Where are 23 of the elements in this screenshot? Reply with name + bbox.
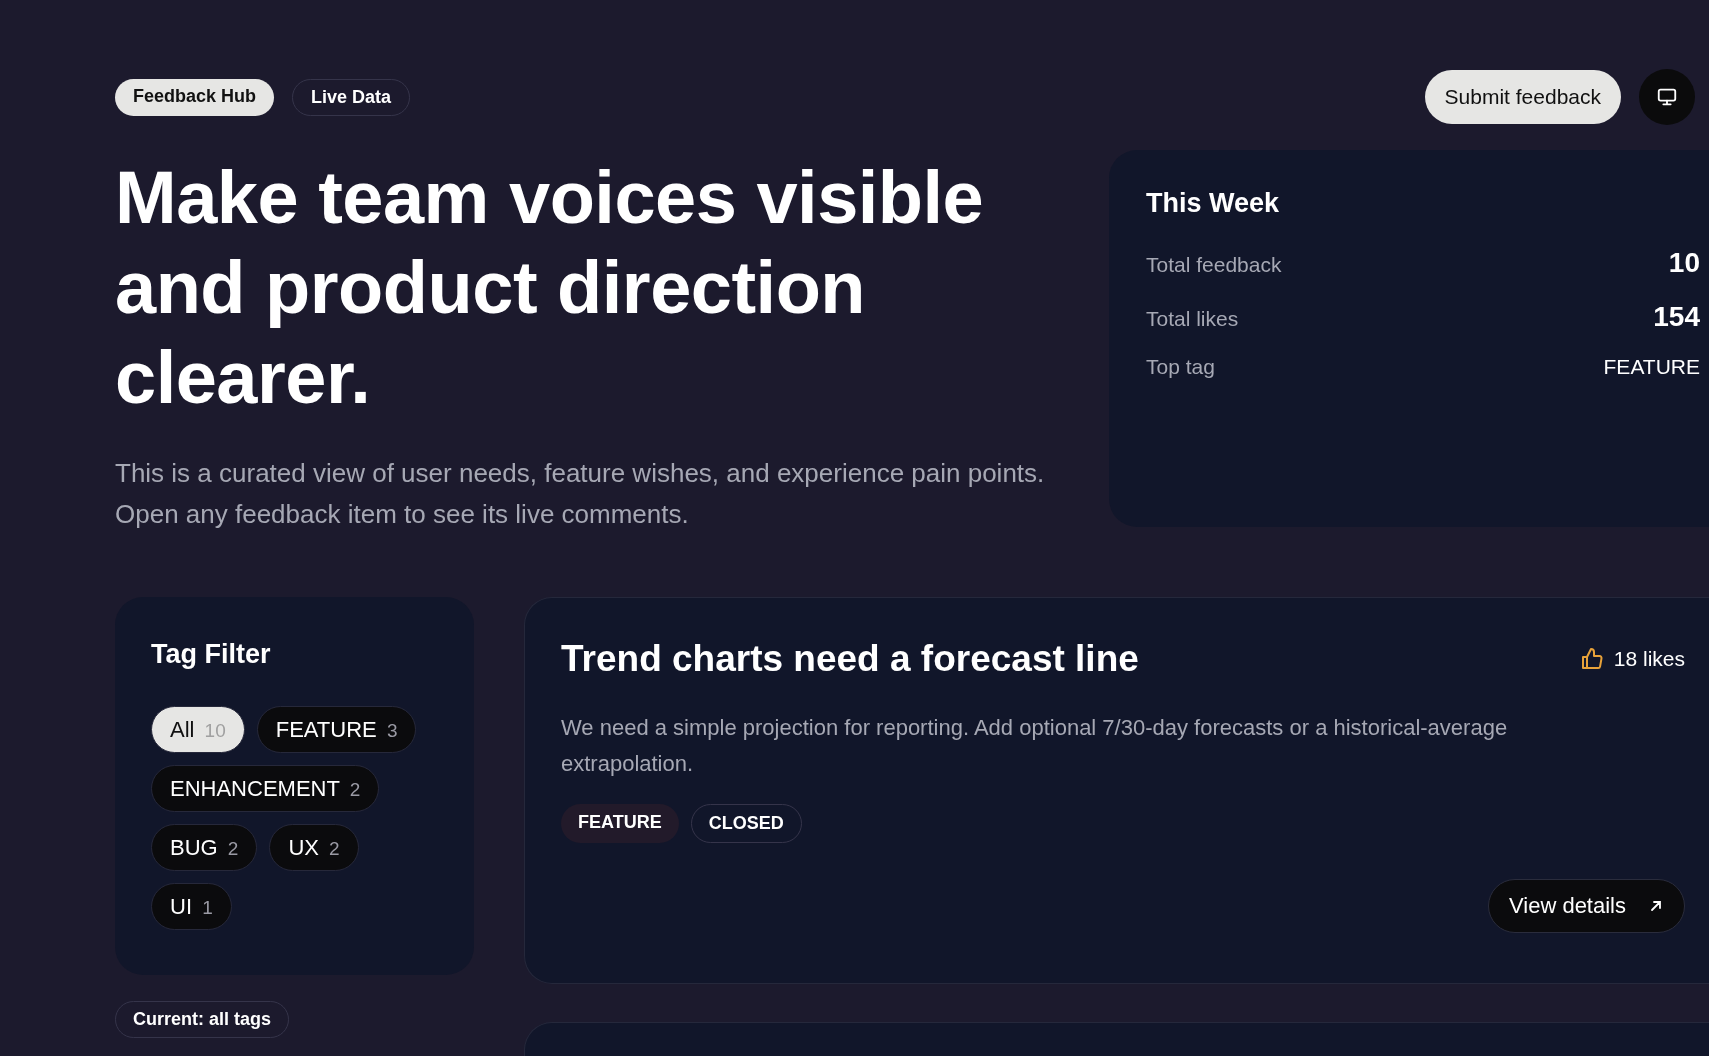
brand-badge: Feedback Hub	[115, 78, 275, 116]
likes-count: 18 likes	[1613, 647, 1685, 671]
tag-filter-chip[interactable]: BUG 2	[151, 824, 258, 871]
tag-filter-chip[interactable]: UX 2	[269, 824, 359, 871]
feedback-description: We need a simple projection for reporting. Add optional 7/30-day forecasts or a historical-average extrapolation.	[561, 714, 1509, 778]
tag-filter-chip[interactable]: All 10	[151, 706, 245, 753]
summary-title: This Week	[1146, 188, 1281, 219]
view-details-button[interactable]: View details	[1488, 879, 1685, 933]
stat-label: Total likes	[1146, 307, 1239, 331]
hero-description: This is a curated view of user needs, feature wishes, and experience pain points. Open any feedback item to see its live comments.	[115, 457, 1046, 531]
feedback-title: Trend charts need a forecast line	[561, 638, 1139, 680]
tag-filter-chip[interactable]: FEATURE 3	[256, 706, 417, 753]
hero-heading: Make team voices visible and product direction clearer.	[115, 155, 985, 421]
category-tag: FEATURE	[561, 804, 679, 843]
tag-filter-chip[interactable]: ENHANCEMENT 2	[151, 765, 380, 812]
tag-filter-title: Tag Filter	[151, 639, 272, 670]
stat-value: 154	[1653, 301, 1700, 333]
stat-label: Total feedback	[1146, 253, 1282, 277]
stat-value: FEATURE	[1603, 355, 1700, 379]
stat-value: 10	[1668, 247, 1700, 279]
stat-label: Top tag	[1146, 355, 1215, 379]
tag-filter-chip[interactable]: UI 1	[151, 883, 232, 930]
submit-feedback-button[interactable]: Submit feedback	[1424, 70, 1621, 124]
